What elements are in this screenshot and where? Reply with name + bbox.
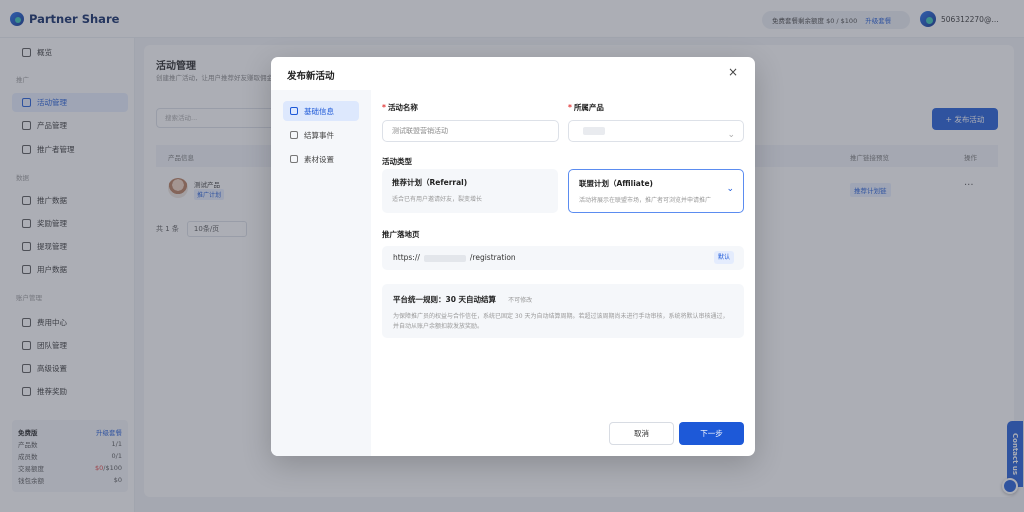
- url-prefix: https://: [393, 253, 420, 262]
- selected-product-value: [583, 127, 605, 135]
- sliders-icon: [290, 107, 298, 115]
- publish-campaign-dialog: 发布新活动 × 基础信息 结算事件 素材设置 * 活动名称 测试联盟营销活动 * 所…: [271, 57, 755, 456]
- type-option-affiliate[interactable]: 联盟计划（Affiliate) 活动将展示在联盟市场，推广者可浏览并申请推广 ⌄: [568, 169, 744, 213]
- locked-badge: 不可修改: [508, 297, 533, 304]
- close-icon[interactable]: ×: [726, 65, 740, 79]
- step-label: 基础信息: [304, 106, 334, 116]
- campaign-type-label: 活动类型: [382, 157, 412, 166]
- redacted-domain: [423, 254, 466, 262]
- field-label: 活动名称: [387, 103, 418, 112]
- type-name: 联盟计划（Affiliate): [579, 179, 653, 188]
- step-basic-info[interactable]: 基础信息: [283, 101, 359, 121]
- dialog-title: 发布新活动: [287, 71, 335, 82]
- cancel-button[interactable]: 取消: [609, 422, 674, 445]
- step-settlement-events[interactable]: 结算事件: [283, 125, 359, 145]
- url-suffix: /registration: [469, 253, 516, 262]
- default-badge: 默认: [713, 251, 734, 264]
- gear-icon: [290, 155, 298, 163]
- chevron-down-icon: ⌄: [727, 130, 735, 140]
- document-icon: [290, 131, 298, 139]
- type-option-referral[interactable]: 推荐计划（Referral) 适合已有用户邀请好友，裂变增长: [382, 169, 558, 213]
- dialog-step-nav: 基础信息 结算事件 素材设置: [271, 90, 371, 456]
- campaign-name-label: * 活动名称: [382, 103, 418, 112]
- chevron-down-icon: ⌄: [726, 184, 734, 194]
- field-label: 所属产品: [573, 103, 604, 112]
- landing-page-label: 推广落地页: [382, 230, 420, 239]
- campaign-name-input[interactable]: 测试联盟营销活动: [382, 120, 559, 142]
- type-name: 推荐计划（Referral): [392, 178, 468, 187]
- type-description: 活动将展示在联盟市场，推广者可浏览并申请推广: [579, 197, 712, 204]
- settlement-rule-notice: 平台统一规则：30 天自动结算 不可修改 为保障推广员的权益与合作信任，系统已固定…: [382, 284, 744, 338]
- step-label: 素材设置: [304, 154, 334, 164]
- product-select[interactable]: ⌄: [568, 120, 744, 142]
- step-material-settings[interactable]: 素材设置: [283, 149, 359, 169]
- product-label: * 所属产品: [568, 103, 604, 112]
- type-description: 适合已有用户邀请好友，裂变增长: [392, 196, 483, 203]
- next-step-button[interactable]: 下一步: [679, 422, 744, 445]
- rule-description: 为保障推广员的权益与合作信任，系统已固定 30 天为自动结算周期。若超过该周期尚…: [393, 313, 729, 330]
- landing-page-url-field[interactable]: https:// /registration 默认: [382, 246, 744, 270]
- step-label: 结算事件: [304, 130, 334, 140]
- rule-title: 平台统一规则：30 天自动结算: [393, 295, 497, 304]
